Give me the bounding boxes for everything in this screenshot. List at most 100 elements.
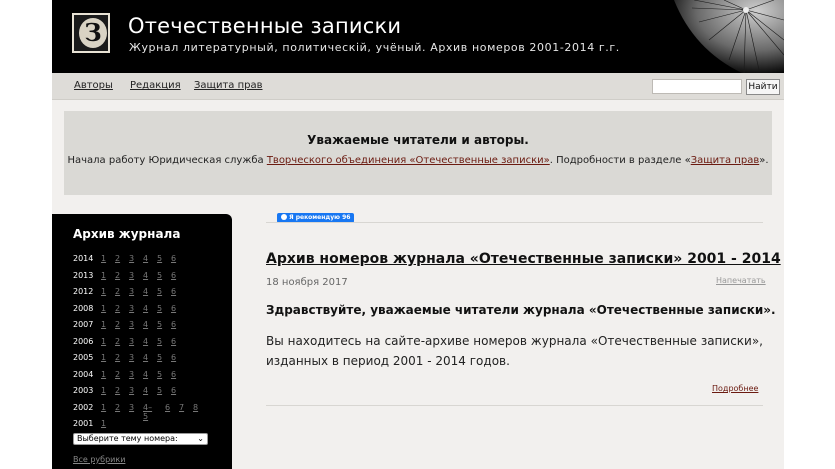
site-title[interactable]: Отечественные записки bbox=[128, 14, 401, 38]
facebook-icon bbox=[281, 214, 287, 220]
article-title[interactable]: Архив номеров журнала «Отечественные зап… bbox=[266, 251, 781, 267]
archive-issue-link[interactable]: 6 bbox=[171, 254, 176, 263]
archive-issue-link[interactable]: 1 bbox=[101, 403, 106, 412]
notice-text: Начала работу Юридическая служба Творчес… bbox=[64, 155, 772, 166]
archive-issue-link[interactable]: 2 bbox=[115, 403, 120, 412]
archive-year: 2002 bbox=[73, 402, 94, 412]
archive-issue-link[interactable]: 1 bbox=[101, 287, 106, 296]
archive-issue-link[interactable]: 2 bbox=[115, 254, 120, 263]
archive-issue-link[interactable]: 5 bbox=[157, 287, 162, 296]
read-more-link[interactable]: Подробнее bbox=[712, 384, 758, 393]
archive-issue-link[interactable]: 8 bbox=[193, 403, 198, 412]
archive-issue-link[interactable]: 1 bbox=[101, 353, 106, 362]
archive-issue-link[interactable]: 6 bbox=[165, 403, 170, 412]
print-link[interactable]: Напечатать bbox=[716, 276, 766, 285]
theme-select-value: Выберите тему номера: bbox=[77, 434, 178, 443]
archive-issue-link[interactable]: 4 bbox=[143, 271, 148, 280]
archive-year: 2007 bbox=[73, 320, 94, 329]
archive-issue-link[interactable]: 2 bbox=[115, 353, 120, 362]
archive-issue-link[interactable]: 4 bbox=[143, 320, 148, 329]
archive-year: 2012 bbox=[73, 287, 94, 296]
theme-select[interactable]: Выберите тему номера: ⌄ bbox=[73, 433, 208, 445]
all-rubrics-link[interactable]: Все рубрики bbox=[73, 455, 125, 464]
divider bbox=[266, 405, 763, 406]
archive-issue-link[interactable]: 4 bbox=[143, 370, 148, 379]
archive-issue-link[interactable]: 3 bbox=[129, 254, 134, 263]
archive-issue-link[interactable]: 4 bbox=[143, 337, 148, 346]
archive-year: 2013 bbox=[73, 270, 94, 280]
article-body: Вы находитесь на сайте-архиве номеров жу… bbox=[266, 334, 763, 368]
archive-issue-link[interactable]: 3 bbox=[129, 353, 134, 362]
archive-issue-link[interactable]: 6 bbox=[171, 271, 176, 280]
notice-banner: Уважаемые читатели и авторы. Начала рабо… bbox=[64, 111, 772, 195]
sidebar-title: Архив журнала bbox=[73, 227, 181, 241]
archive-issue-link[interactable]: 6 bbox=[171, 386, 176, 395]
archive-issue-link[interactable]: 5 bbox=[157, 254, 162, 263]
archive-issue-link[interactable]: 5 bbox=[157, 304, 162, 313]
archive-issue-link[interactable]: 2 bbox=[115, 386, 120, 395]
archive-issue-link[interactable]: 5 bbox=[157, 271, 162, 280]
nav-link-authors[interactable]: Авторы bbox=[74, 80, 113, 91]
archive-issue-link[interactable]: 1 bbox=[101, 271, 106, 280]
archive-issue-link[interactable]: 1 bbox=[101, 337, 106, 346]
archive-issue-link[interactable]: 2 bbox=[115, 287, 120, 296]
archive-issue-link[interactable]: 3 bbox=[129, 320, 134, 329]
archive-issue-link[interactable]: 5 bbox=[157, 386, 162, 395]
archive-issue-link[interactable]: 2 bbox=[115, 271, 120, 280]
site-subtitle: Журнал литературный, политическій, учёны… bbox=[129, 41, 620, 54]
archive-issue-link[interactable]: 5 bbox=[157, 353, 162, 362]
archive-issue-link[interactable]: 1 bbox=[101, 254, 106, 263]
archive-issue-link[interactable]: 4 bbox=[143, 353, 148, 362]
archive-issue-link[interactable]: 2 bbox=[115, 337, 120, 346]
archive-issue-link[interactable]: 6 bbox=[171, 287, 176, 296]
archive-issue-link[interactable]: 6 bbox=[171, 320, 176, 329]
archive-year: 2003 bbox=[73, 386, 94, 395]
archive-issue-link[interactable]: 4 bbox=[143, 304, 148, 313]
notice-link-rights[interactable]: Защита прав bbox=[691, 155, 760, 166]
archive-issue-link[interactable]: 2 bbox=[115, 304, 120, 313]
archive-issue-link[interactable]: 3 bbox=[129, 386, 134, 395]
archive-issue-link[interactable]: 4 bbox=[143, 287, 148, 296]
logo-letter: З bbox=[79, 18, 107, 48]
archive-issue-link[interactable]: 4 bbox=[143, 254, 148, 263]
article-greeting: Здравствуйте, уважаемые читатели журнала… bbox=[266, 303, 776, 317]
nav-link-rights[interactable]: Защита прав bbox=[194, 80, 263, 91]
archive-year: 2006 bbox=[73, 336, 94, 346]
archive-issue-link[interactable]: 3 bbox=[129, 271, 134, 280]
nav-link-editorial[interactable]: Редакция bbox=[130, 80, 181, 91]
archive-issue-link[interactable]: 5 bbox=[157, 320, 162, 329]
archive-issue-link[interactable]: 4–5 bbox=[143, 403, 152, 421]
archive-issue-link[interactable]: 3 bbox=[129, 287, 134, 296]
notice-text-middle: . Подробности в разделе « bbox=[549, 155, 691, 166]
archive-issue-link[interactable]: 1 bbox=[101, 370, 106, 379]
archive-issue-link[interactable]: 6 bbox=[171, 304, 176, 313]
search-input[interactable] bbox=[652, 79, 742, 94]
archive-issue-link[interactable]: 5 bbox=[157, 337, 162, 346]
notice-text-before: Начала работу Юридическая служба bbox=[67, 155, 267, 166]
archive-issue-link[interactable]: 3 bbox=[129, 304, 134, 313]
search-button[interactable]: Найти bbox=[746, 79, 780, 95]
archive-issue-link[interactable]: 3 bbox=[129, 337, 134, 346]
archive-issue-link[interactable]: 5 bbox=[157, 370, 162, 379]
archive-issue-link[interactable]: 2 bbox=[115, 370, 120, 379]
archive-year: 2008 bbox=[73, 303, 94, 313]
archive-issue-link[interactable]: 6 bbox=[171, 370, 176, 379]
archive-issue-link[interactable]: 6 bbox=[171, 353, 176, 362]
archive-year: 2004 bbox=[73, 369, 94, 379]
archive-issue-link[interactable]: 1 bbox=[101, 320, 106, 329]
divider bbox=[266, 222, 763, 223]
archive-issue-link[interactable]: 4 bbox=[143, 386, 148, 395]
page: З Отечественные записки Журнал литератур… bbox=[52, 0, 784, 469]
archive-issue-link[interactable]: 2 bbox=[115, 320, 120, 329]
sidebar-archive: Архив журнала 2014 1 2 3 4 5 6 2013 1 2 3 4 5 6 2012 1 2… bbox=[52, 214, 232, 469]
archive-issue-link[interactable]: 3 bbox=[129, 403, 134, 412]
archive-issue-link[interactable]: 1 bbox=[101, 304, 106, 313]
archive-issue-link[interactable]: 6 bbox=[171, 337, 176, 346]
site-logo[interactable]: З bbox=[72, 13, 110, 53]
archive-issue-link[interactable]: 7 bbox=[179, 403, 184, 412]
archive-issue-link[interactable]: 1 bbox=[101, 419, 106, 428]
archive-issue-link[interactable]: 1 bbox=[101, 386, 106, 395]
top-navigation: Авторы Редакция Защита прав Найти bbox=[52, 73, 784, 100]
notice-link-organization[interactable]: Творческого объединения «Отечественные з… bbox=[267, 155, 550, 166]
archive-issue-link[interactable]: 3 bbox=[129, 370, 134, 379]
